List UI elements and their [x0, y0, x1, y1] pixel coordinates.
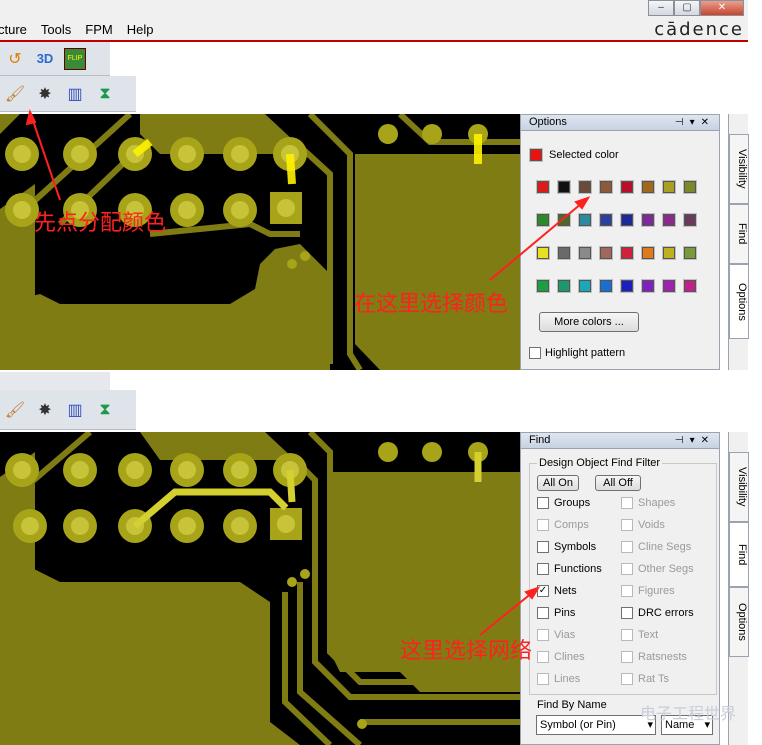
annotation-choose-net: 这里选择网络 — [400, 639, 533, 664]
annotation-assign-color: 先点分配颜色 — [34, 211, 167, 236]
annotation-arrows — [25, 109, 591, 636]
watermark: 电子工程世界 — [640, 704, 737, 723]
annotation-choose-color: 在这里选择颜色 — [354, 292, 509, 317]
